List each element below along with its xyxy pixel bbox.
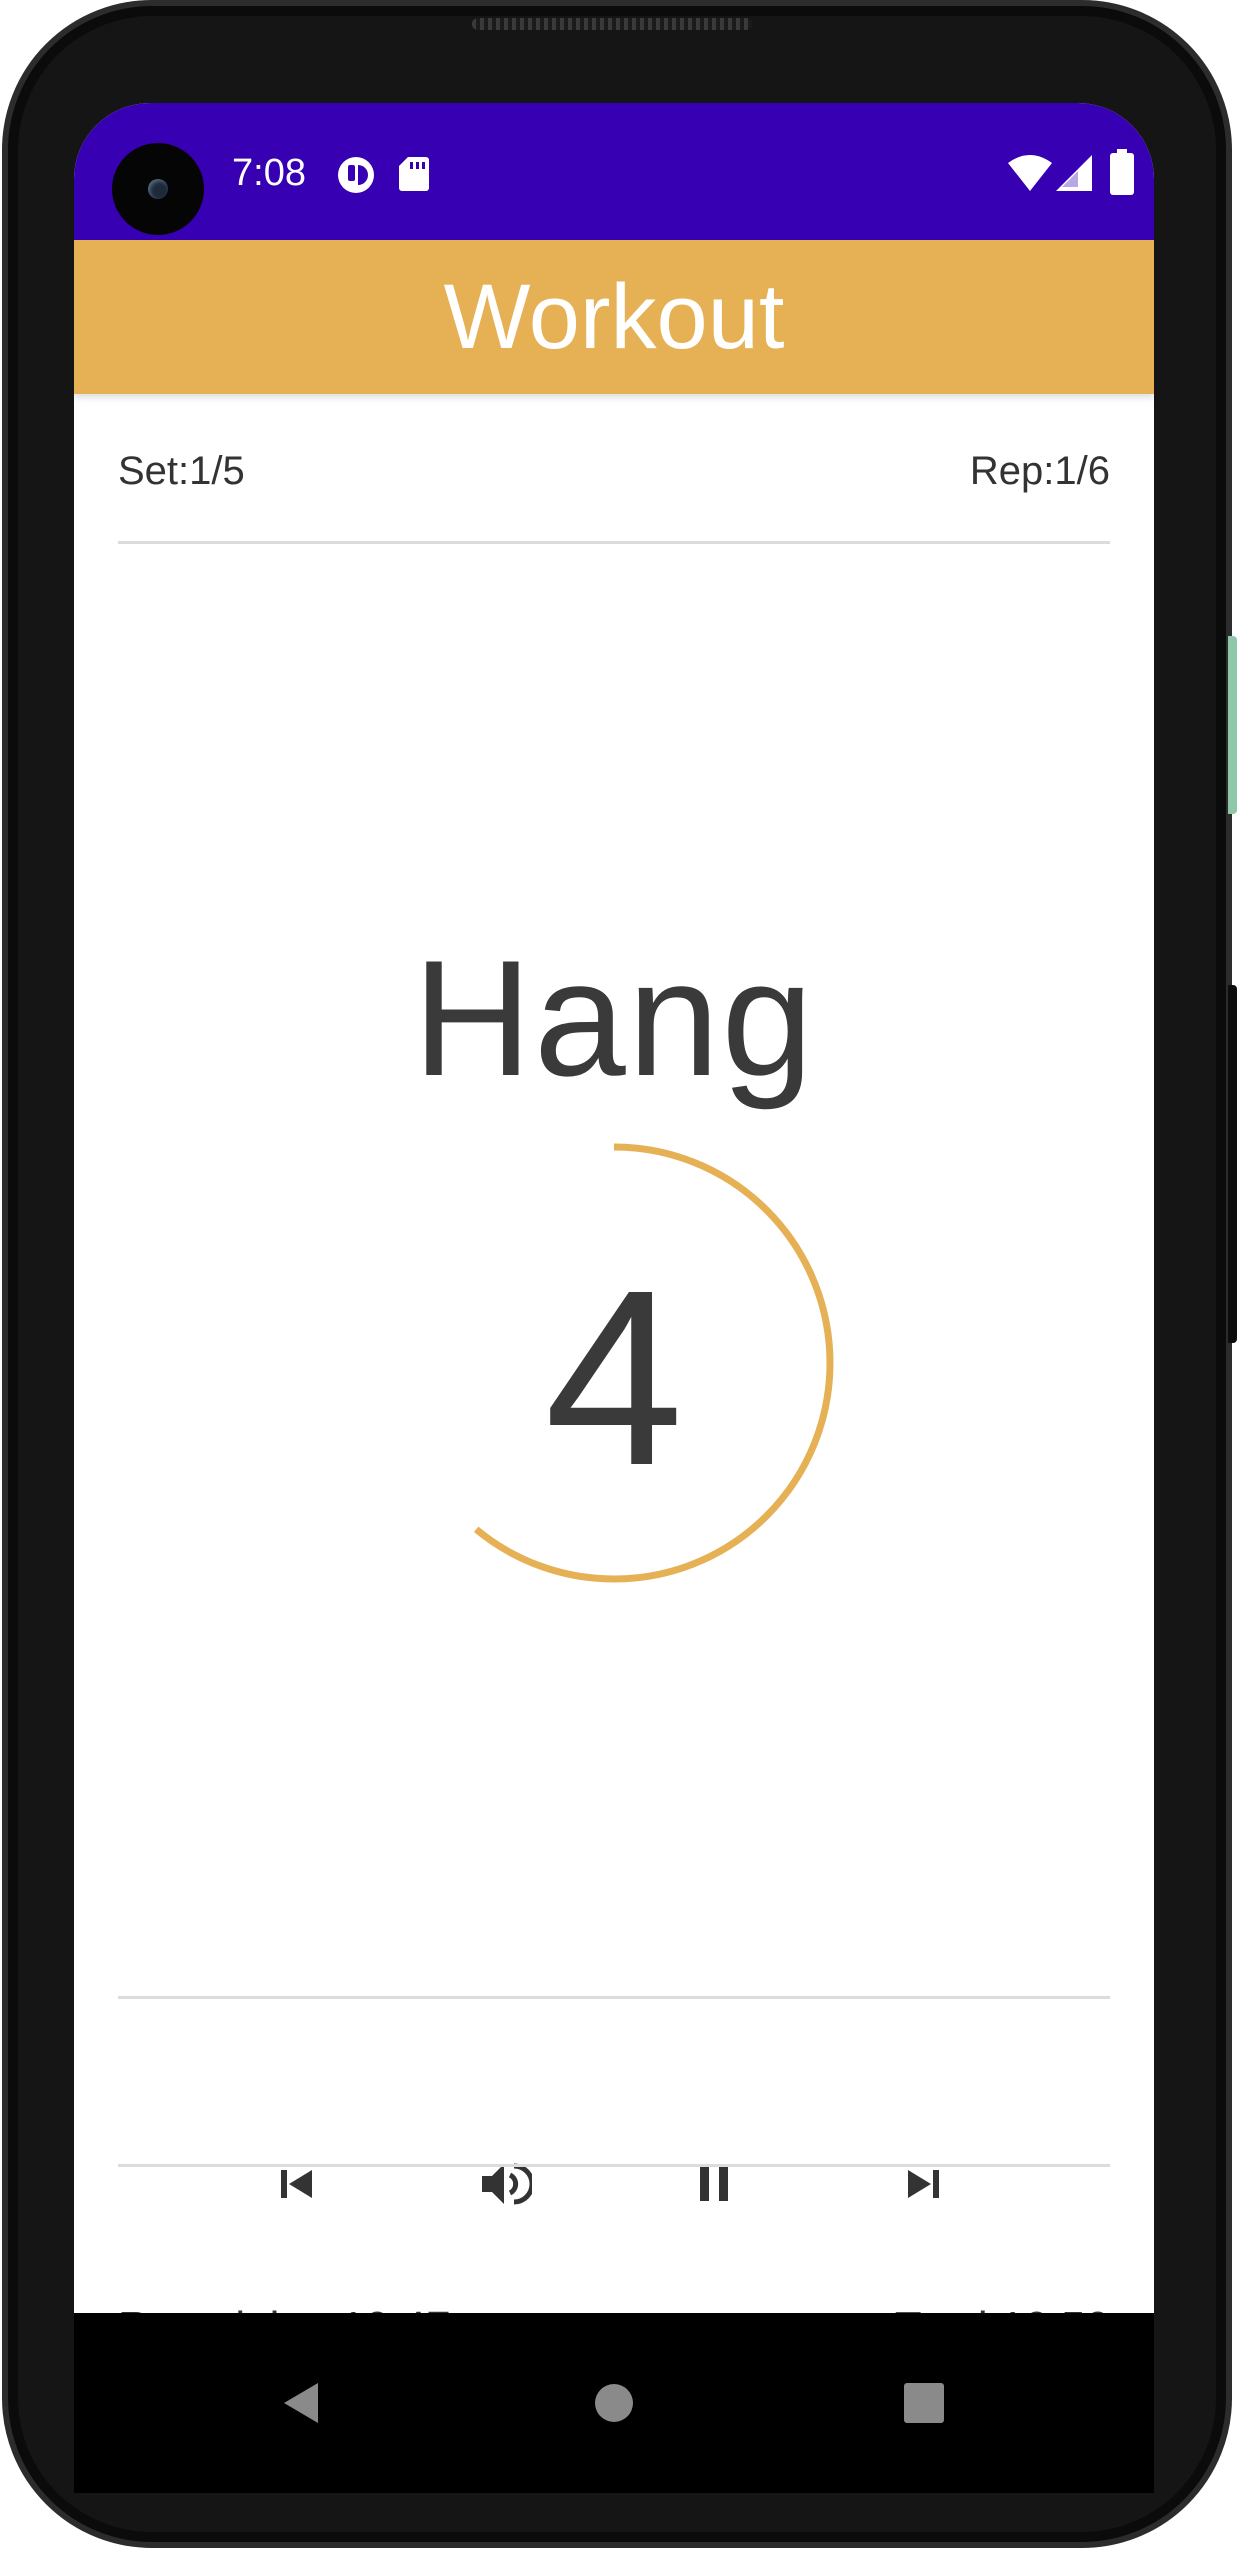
skip-previous-button[interactable] (256, 2144, 336, 2224)
pause-icon (700, 2167, 728, 2201)
cell-signal-icon (1056, 155, 1092, 191)
volume-button[interactable] (464, 2144, 544, 2224)
side-button (1228, 636, 1237, 814)
set-counter: Set:1/5 (118, 449, 245, 493)
rep-counter: Rep:1/6 (969, 449, 1110, 493)
skip-next-icon (908, 2170, 939, 2198)
status-time: 7:08 (232, 152, 306, 194)
sync-status-icon (338, 157, 374, 193)
home-button[interactable] (574, 2363, 654, 2443)
power-button (1228, 985, 1237, 1343)
home-icon (595, 2384, 633, 2422)
skip-next-button[interactable] (884, 2144, 964, 2224)
camera-cutout (112, 143, 204, 235)
top-divider (118, 541, 1110, 544)
exercise-name: Hang (412, 926, 816, 1110)
back-icon (284, 2383, 318, 2423)
app-screen: 7:08 Workout Set:1/5 Rep:1/6 Hang 4 (74, 103, 1154, 2493)
skip-previous-icon (281, 2170, 312, 2198)
controls-top-divider (118, 1996, 1110, 1999)
pause-button[interactable] (674, 2144, 754, 2224)
recents-button[interactable] (884, 2363, 964, 2443)
countdown-number: 4 (544, 1238, 684, 1517)
controls-bottom-divider (118, 2164, 1110, 2167)
battery-icon (1110, 149, 1134, 195)
status-bar: 7:08 (74, 103, 1154, 240)
navigation-bar (74, 2313, 1154, 2493)
set-rep-row: Set:1/5 Rep:1/6 (118, 443, 1110, 503)
wifi-icon (1008, 155, 1052, 191)
recents-icon (904, 2383, 944, 2423)
playback-controls (74, 2100, 1154, 2268)
app-bar: Workout (74, 240, 1154, 394)
earpiece-speaker (472, 18, 752, 30)
sd-card-icon (399, 157, 429, 191)
app-bar-title: Workout (443, 266, 785, 368)
back-button[interactable] (260, 2363, 340, 2443)
